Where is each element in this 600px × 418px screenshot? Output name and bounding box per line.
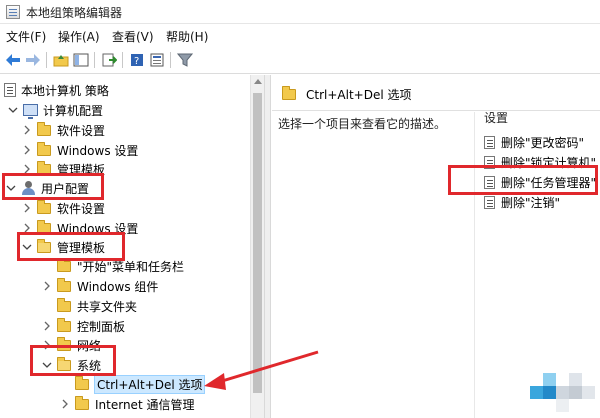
column-divider: [474, 112, 475, 418]
menu-help[interactable]: 帮助(H): [166, 28, 208, 45]
toolbar-divider: [94, 52, 95, 68]
description-text: 选择一个项目来查看它的描述。: [278, 117, 447, 131]
settings-column-header[interactable]: 设置: [484, 109, 508, 126]
show-hide-tree-icon[interactable]: [72, 51, 90, 69]
gpedit-app-icon: [6, 5, 20, 19]
window-title: 本地组策略编辑器: [26, 6, 123, 20]
chevron-right-icon[interactable]: [42, 321, 52, 331]
tree-node-win-components[interactable]: Windows 组件: [42, 276, 158, 296]
policy-icon: [4, 83, 16, 97]
tree-node-control-panel[interactable]: 控制面板: [42, 316, 125, 336]
chevron-right-icon[interactable]: [22, 145, 32, 155]
tree-node-label: 软件设置: [57, 123, 106, 138]
filter-icon[interactable]: [176, 51, 194, 69]
tree-node-label: 本地计算机 策略: [21, 83, 109, 98]
menu-file[interactable]: 文件(F): [6, 28, 46, 45]
pane-splitter[interactable]: [264, 75, 271, 418]
tree-node-label: Windows 设置: [57, 143, 139, 158]
tree-node-cc-windows[interactable]: Windows 设置: [22, 140, 138, 160]
toolbar: ?: [0, 46, 600, 74]
chevron-right-icon[interactable]: [60, 399, 70, 409]
scroll-up-arrow-icon[interactable]: [254, 79, 262, 84]
setting-label: 删除"更改密码": [501, 135, 585, 150]
toolbar-divider: [170, 52, 171, 68]
title-bar: 本地组策略编辑器: [0, 0, 600, 24]
folder-icon: [37, 199, 51, 214]
tree-node-label: Windows 组件: [77, 279, 159, 294]
tree-scrollbar[interactable]: [250, 75, 264, 418]
tree-node-computer-config[interactable]: 计算机配置: [8, 100, 103, 120]
chevron-right-icon[interactable]: [22, 203, 32, 213]
chevron-right-icon[interactable]: [42, 281, 52, 291]
tree-node-shared-folders[interactable]: 共享文件夹: [42, 296, 137, 316]
annotation-box-system: [30, 345, 116, 376]
folder-icon: [282, 86, 296, 100]
computer-icon: [23, 104, 38, 119]
tree-node-uc-software[interactable]: 软件设置: [22, 198, 105, 218]
annotation-box-task-manager: [448, 165, 598, 195]
svg-text:?: ?: [134, 56, 139, 67]
details-title: Ctrl+Alt+Del 选项: [306, 88, 412, 102]
tree-node-label: 共享文件夹: [77, 299, 138, 314]
chevron-down-icon[interactable]: [8, 105, 18, 115]
menu-bar: 文件(F) 操作(A) 查看(V) 帮助(H): [0, 24, 600, 46]
setting-remove-change-password[interactable]: 删除"更改密码": [484, 133, 584, 151]
folder-icon: [57, 257, 71, 272]
toolbar-divider: [122, 52, 123, 68]
menu-view[interactable]: 查看(V): [112, 28, 154, 45]
folder-icon: [37, 141, 51, 156]
folder-icon: [75, 375, 89, 390]
annotation-box-user-config: [2, 173, 104, 200]
chevron-right-icon[interactable]: [22, 125, 32, 135]
export-list-icon[interactable]: [100, 51, 118, 69]
scrollbar-thumb[interactable]: [253, 93, 262, 393]
toolbar-divider: [46, 52, 47, 68]
folder-up-icon[interactable]: [52, 51, 70, 69]
policy-setting-icon: [484, 135, 495, 149]
setting-label: 删除"注销": [501, 195, 561, 210]
folder-icon: [75, 395, 89, 410]
folder-icon: [57, 297, 71, 312]
tree-node-local-policy[interactable]: 本地计算机 策略: [4, 80, 109, 100]
forward-arrow-icon[interactable]: [24, 51, 42, 69]
help-icon[interactable]: ?: [128, 51, 146, 69]
tree-node-label: 软件设置: [57, 201, 106, 216]
tree-node-label: Internet 通信管理: [95, 397, 195, 412]
policy-setting-icon: [484, 195, 495, 209]
menu-action[interactable]: 操作(A): [58, 28, 100, 45]
back-arrow-icon[interactable]: [4, 51, 22, 69]
setting-remove-logoff[interactable]: 删除"注销": [484, 193, 560, 211]
tree-node-label: 控制面板: [77, 319, 126, 334]
tree-node-internet-comm[interactable]: Internet 通信管理: [60, 394, 194, 414]
folder-icon: [57, 277, 71, 292]
folder-icon: [57, 317, 71, 332]
tree-node-ctrl-alt-del[interactable]: Ctrl+Alt+Del 选项: [60, 374, 206, 394]
watermark-logo: [530, 360, 595, 412]
folder-icon: [37, 121, 51, 136]
annotation-box-admin-templates: [17, 232, 125, 261]
tree-node-label: 计算机配置: [43, 103, 104, 118]
tree-node-cc-software[interactable]: 软件设置: [22, 120, 105, 140]
tree-node-label: Ctrl+Alt+Del 选项: [93, 374, 206, 394]
properties-icon[interactable]: [148, 51, 166, 69]
details-header: Ctrl+Alt+Del 选项: [272, 75, 600, 111]
